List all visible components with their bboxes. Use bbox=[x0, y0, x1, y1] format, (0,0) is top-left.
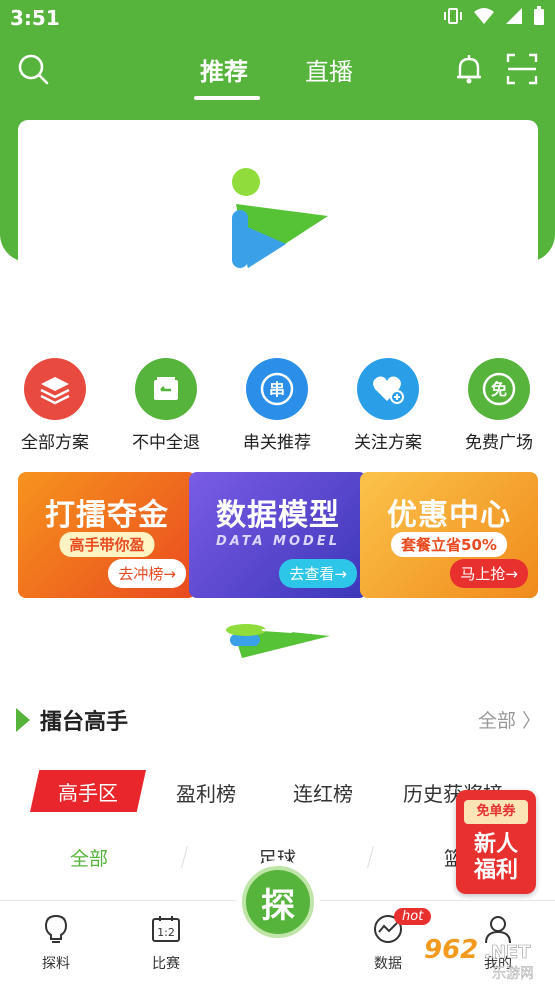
bulb-icon bbox=[44, 914, 68, 943]
quick-refund[interactable]: 不中全退 bbox=[111, 358, 221, 453]
status-time: 3:51 bbox=[10, 6, 60, 30]
promo-data-model[interactable]: 数据模型 DATA MODEL 去查看→ bbox=[189, 472, 367, 598]
hot-badge: hot bbox=[394, 908, 432, 925]
tab-profit[interactable]: 盈利榜 bbox=[176, 778, 236, 807]
tabbar-matches[interactable]: 1:2 比赛 bbox=[126, 913, 206, 973]
quick-label: 不中全退 bbox=[132, 433, 200, 453]
see-all-link[interactable]: 全部 〉 bbox=[478, 706, 541, 733]
wifi-icon bbox=[473, 7, 495, 29]
tab-divider bbox=[367, 846, 374, 868]
battery-icon bbox=[533, 6, 545, 30]
promo-subtitle: 套餐立省50% bbox=[391, 532, 507, 557]
status-bar: 3:51 bbox=[0, 0, 555, 36]
quick-all-plans[interactable]: 全部方案 bbox=[0, 358, 110, 453]
section-marker-icon bbox=[16, 708, 30, 732]
svg-text:乐游网: 乐游网 bbox=[492, 966, 534, 982]
promo-subtitle: 高手带你盈 bbox=[59, 532, 155, 557]
quick-label: 关注方案 bbox=[354, 433, 422, 453]
search-icon[interactable] bbox=[16, 52, 50, 86]
explore-center-icon: 探 bbox=[242, 866, 314, 938]
quick-actions: 全部方案 不中全退 串 串关推荐 关注方案 免 免费广场 bbox=[0, 358, 555, 458]
top-navigation: 推荐 直播 bbox=[0, 40, 555, 100]
free-icon: 免 bbox=[468, 358, 530, 420]
coupon-tag: 免单券 bbox=[464, 800, 528, 824]
promo-title: 优惠中心 bbox=[387, 498, 511, 533]
app-logo-icon bbox=[232, 168, 328, 268]
vibrate-icon bbox=[443, 7, 463, 29]
tabbar-tips[interactable]: 探料 bbox=[16, 913, 96, 973]
explore-center-button[interactable]: 探 bbox=[236, 860, 320, 944]
active-tab-indicator bbox=[194, 96, 260, 100]
svg-text:免: 免 bbox=[491, 380, 507, 399]
app-mini-logo-icon bbox=[226, 624, 330, 658]
refund-icon bbox=[135, 358, 197, 420]
quick-label: 免费广场 bbox=[465, 433, 533, 453]
promo-discount[interactable]: 优惠中心 套餐立省50% 马上抢→ bbox=[360, 472, 538, 598]
promo-challenge[interactable]: 打擂夺金 高手带你盈 去冲榜→ bbox=[18, 472, 196, 598]
tabbar-label: 探料 bbox=[42, 956, 70, 972]
scan-icon[interactable] bbox=[505, 52, 539, 86]
promo-button[interactable]: 去冲榜→ bbox=[108, 559, 186, 588]
coupon-line-1: 新人 bbox=[473, 832, 518, 857]
signal-icon bbox=[505, 7, 523, 29]
tab-live[interactable]: 直播 bbox=[305, 52, 353, 87]
svg-text:串: 串 bbox=[269, 380, 285, 399]
coupon-line-2: 福利 bbox=[473, 858, 518, 883]
promo-button[interactable]: 去查看→ bbox=[279, 559, 357, 588]
quick-free[interactable]: 免 免费广场 bbox=[444, 358, 554, 453]
section-title: 擂台高手 bbox=[40, 710, 129, 735]
tab-streak[interactable]: 连红榜 bbox=[293, 778, 353, 807]
svg-text:.NET: .NET bbox=[484, 942, 531, 963]
promo-title: 数据模型 bbox=[216, 498, 340, 533]
tab-divider bbox=[181, 846, 188, 868]
tabbar-label: 数据 bbox=[374, 956, 402, 972]
heart-plus-icon bbox=[357, 358, 419, 420]
scoreboard-icon: 1:2 bbox=[152, 916, 180, 942]
quick-label: 串关推荐 bbox=[243, 433, 311, 453]
parlay-icon: 串 bbox=[246, 358, 308, 420]
tab-experts[interactable]: 高手区 bbox=[30, 770, 146, 812]
promo-title: 打擂夺金 bbox=[45, 498, 169, 533]
banner-carousel[interactable] bbox=[18, 120, 538, 352]
svg-text:1:2: 1:2 bbox=[157, 926, 175, 939]
tabbar-label: 比赛 bbox=[152, 956, 180, 972]
quick-follow[interactable]: 关注方案 bbox=[333, 358, 443, 453]
new-user-coupon[interactable]: 免单券 新人 福利 bbox=[456, 790, 536, 894]
promo-button[interactable]: 马上抢→ bbox=[450, 559, 528, 588]
bell-icon[interactable] bbox=[452, 52, 486, 86]
tab-recommend[interactable]: 推荐 bbox=[200, 52, 248, 87]
layers-icon bbox=[24, 358, 86, 420]
quick-label: 全部方案 bbox=[21, 433, 89, 453]
promo-subtitle: DATA MODEL bbox=[216, 534, 340, 549]
quick-parlay[interactable]: 串 串关推荐 bbox=[222, 358, 332, 453]
watermark-logo: 962 .NET 乐游网 bbox=[424, 935, 534, 982]
section-header: 擂台高手 全部 〉 bbox=[16, 704, 541, 738]
svg-text:962: 962 bbox=[424, 935, 478, 965]
tab-all-sports[interactable]: 全部 bbox=[70, 844, 108, 871]
